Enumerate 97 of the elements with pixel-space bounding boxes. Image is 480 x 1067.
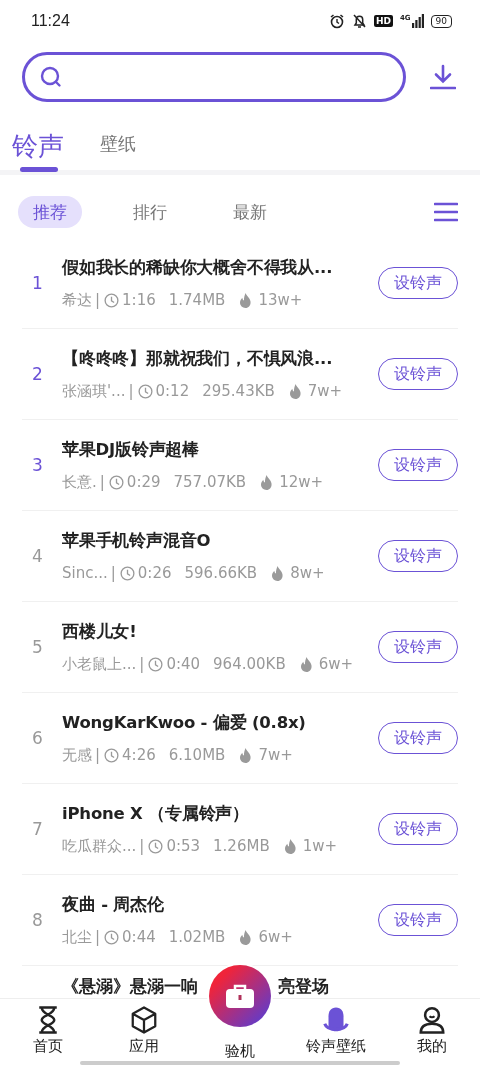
nav-tab[interactable]: 应用 — [96, 999, 192, 1067]
clock-icon — [148, 656, 164, 672]
file-size: 1.26MB — [213, 837, 270, 855]
flame-icon — [283, 838, 297, 854]
play-count: 13w+ — [258, 291, 303, 309]
rank-number: 2 — [31, 364, 44, 384]
rank-number: 5 — [31, 637, 44, 657]
play-count: 7w+ — [258, 746, 293, 764]
artist-name: 吃瓜群众... — [62, 836, 137, 856]
separator: | — [110, 564, 116, 582]
clock-time: 11:24 — [31, 12, 70, 30]
menu-icon — [434, 202, 458, 222]
rank-number: 6 — [31, 728, 44, 748]
flame-icon — [239, 747, 253, 763]
battery-indicator: 90 — [430, 14, 452, 28]
rank-number: 7 — [31, 819, 44, 839]
rank-number: 3 — [31, 455, 44, 475]
rank-number: 1 — [31, 273, 44, 293]
filter-tab[interactable]: 排行 — [118, 196, 182, 228]
clock-icon — [148, 838, 164, 854]
file-size: 596.66KB — [184, 564, 258, 582]
ringtone-title: 《悬溺》悬溺一响 — [62, 976, 198, 998]
separator: | — [128, 382, 134, 400]
hd-badge: HD — [373, 15, 393, 27]
clock-icon — [108, 474, 124, 490]
duration: 0:29 — [126, 473, 161, 491]
ringtone-title: 西楼儿女! — [62, 620, 138, 643]
menu-button[interactable] — [434, 202, 458, 222]
clock-icon — [104, 747, 120, 763]
artist-name: 长意. — [62, 472, 97, 492]
download-icon — [430, 63, 456, 91]
nav-tab[interactable]: 首页 — [0, 999, 96, 1067]
duration: 0:53 — [166, 837, 201, 855]
duration: 0:40 — [166, 655, 201, 673]
nav-tab[interactable]: 验机 — [225, 1042, 255, 1061]
alarm-icon — [328, 13, 345, 29]
file-size: 6.10MB — [168, 746, 226, 764]
clock-icon — [119, 565, 135, 581]
separator: | — [95, 928, 101, 946]
person-icon — [417, 1005, 447, 1035]
cube-icon — [129, 1005, 159, 1035]
artist-name: 无感 — [62, 745, 92, 765]
file-size: 295.43KB — [202, 382, 275, 400]
clock-icon — [104, 929, 120, 945]
play-count: 6w+ — [318, 655, 354, 673]
ringtone-title: 苹果手机铃声混音O — [62, 530, 212, 552]
separator: | — [95, 291, 101, 309]
nav-tab[interactable]: 我的 — [384, 999, 480, 1067]
play-count: 7w+ — [307, 382, 343, 400]
artist-name: 北尘 — [62, 927, 92, 947]
ringtone-title: 假如我长的稀缺你大概舍不得我从... — [62, 256, 334, 279]
file-size: 1.74MB — [168, 291, 226, 309]
muted-bell-icon — [351, 13, 367, 29]
filter-tab[interactable]: 最新 — [218, 196, 282, 228]
tab[interactable]: 壁纸 — [100, 132, 136, 170]
tab[interactable]: 铃声 — [12, 129, 64, 170]
separator: | — [99, 473, 105, 491]
briefcase-icon — [225, 983, 255, 1009]
separator: | — [139, 837, 145, 855]
duration: 0:26 — [137, 564, 172, 582]
ringtone-title: iPhone X （专属铃声） — [62, 802, 250, 825]
rank-number: 4 — [31, 546, 44, 566]
separator: | — [95, 746, 101, 764]
flame-icon — [239, 292, 253, 308]
flame-icon — [288, 383, 302, 399]
ringtone-title: 夜曲 - 周杰伦 — [62, 893, 165, 916]
duration: 1:16 — [122, 291, 156, 309]
play-count: 1w+ — [302, 837, 338, 855]
flame-icon — [299, 656, 313, 672]
clock-icon — [137, 383, 153, 399]
artist-name: Sinc... — [62, 564, 108, 582]
separator: | — [139, 655, 145, 673]
play-count: 8w+ — [290, 564, 325, 582]
signal-icon — [411, 14, 424, 28]
artist-name: 张涵琪'... — [62, 381, 126, 401]
search-field[interactable] — [22, 52, 406, 102]
search-icon — [39, 65, 63, 89]
clock-icon — [104, 292, 120, 308]
play-count: 12w+ — [279, 473, 324, 491]
flame-icon — [271, 565, 285, 581]
artist-name: 希达 — [62, 290, 92, 310]
duration: 0:44 — [122, 928, 156, 946]
flame-icon — [260, 474, 274, 490]
file-size: 1.02MB — [168, 928, 226, 946]
duration: 4:26 — [122, 746, 156, 764]
ringtone-title: 苹果DJ版铃声超棒 — [62, 438, 201, 461]
ringtone-title: 【咚咚咚】那就祝我们，不惧风浪... — [62, 347, 334, 370]
filter-tab[interactable]: 推荐 — [18, 196, 82, 228]
rank-number: 8 — [31, 910, 44, 930]
ringtone-title: WongKarKwoo - 偏爱 (0.8x) — [62, 711, 307, 734]
play-count: 6w+ — [258, 928, 293, 946]
file-size: 964.00KB — [213, 655, 286, 673]
duration: 0:12 — [155, 382, 190, 400]
artist-name: 小老鼠上... — [62, 654, 137, 674]
ringtone-title: 亮登场 — [278, 976, 329, 998]
file-size: 757.07KB — [173, 473, 247, 491]
flame-icon — [239, 929, 253, 945]
